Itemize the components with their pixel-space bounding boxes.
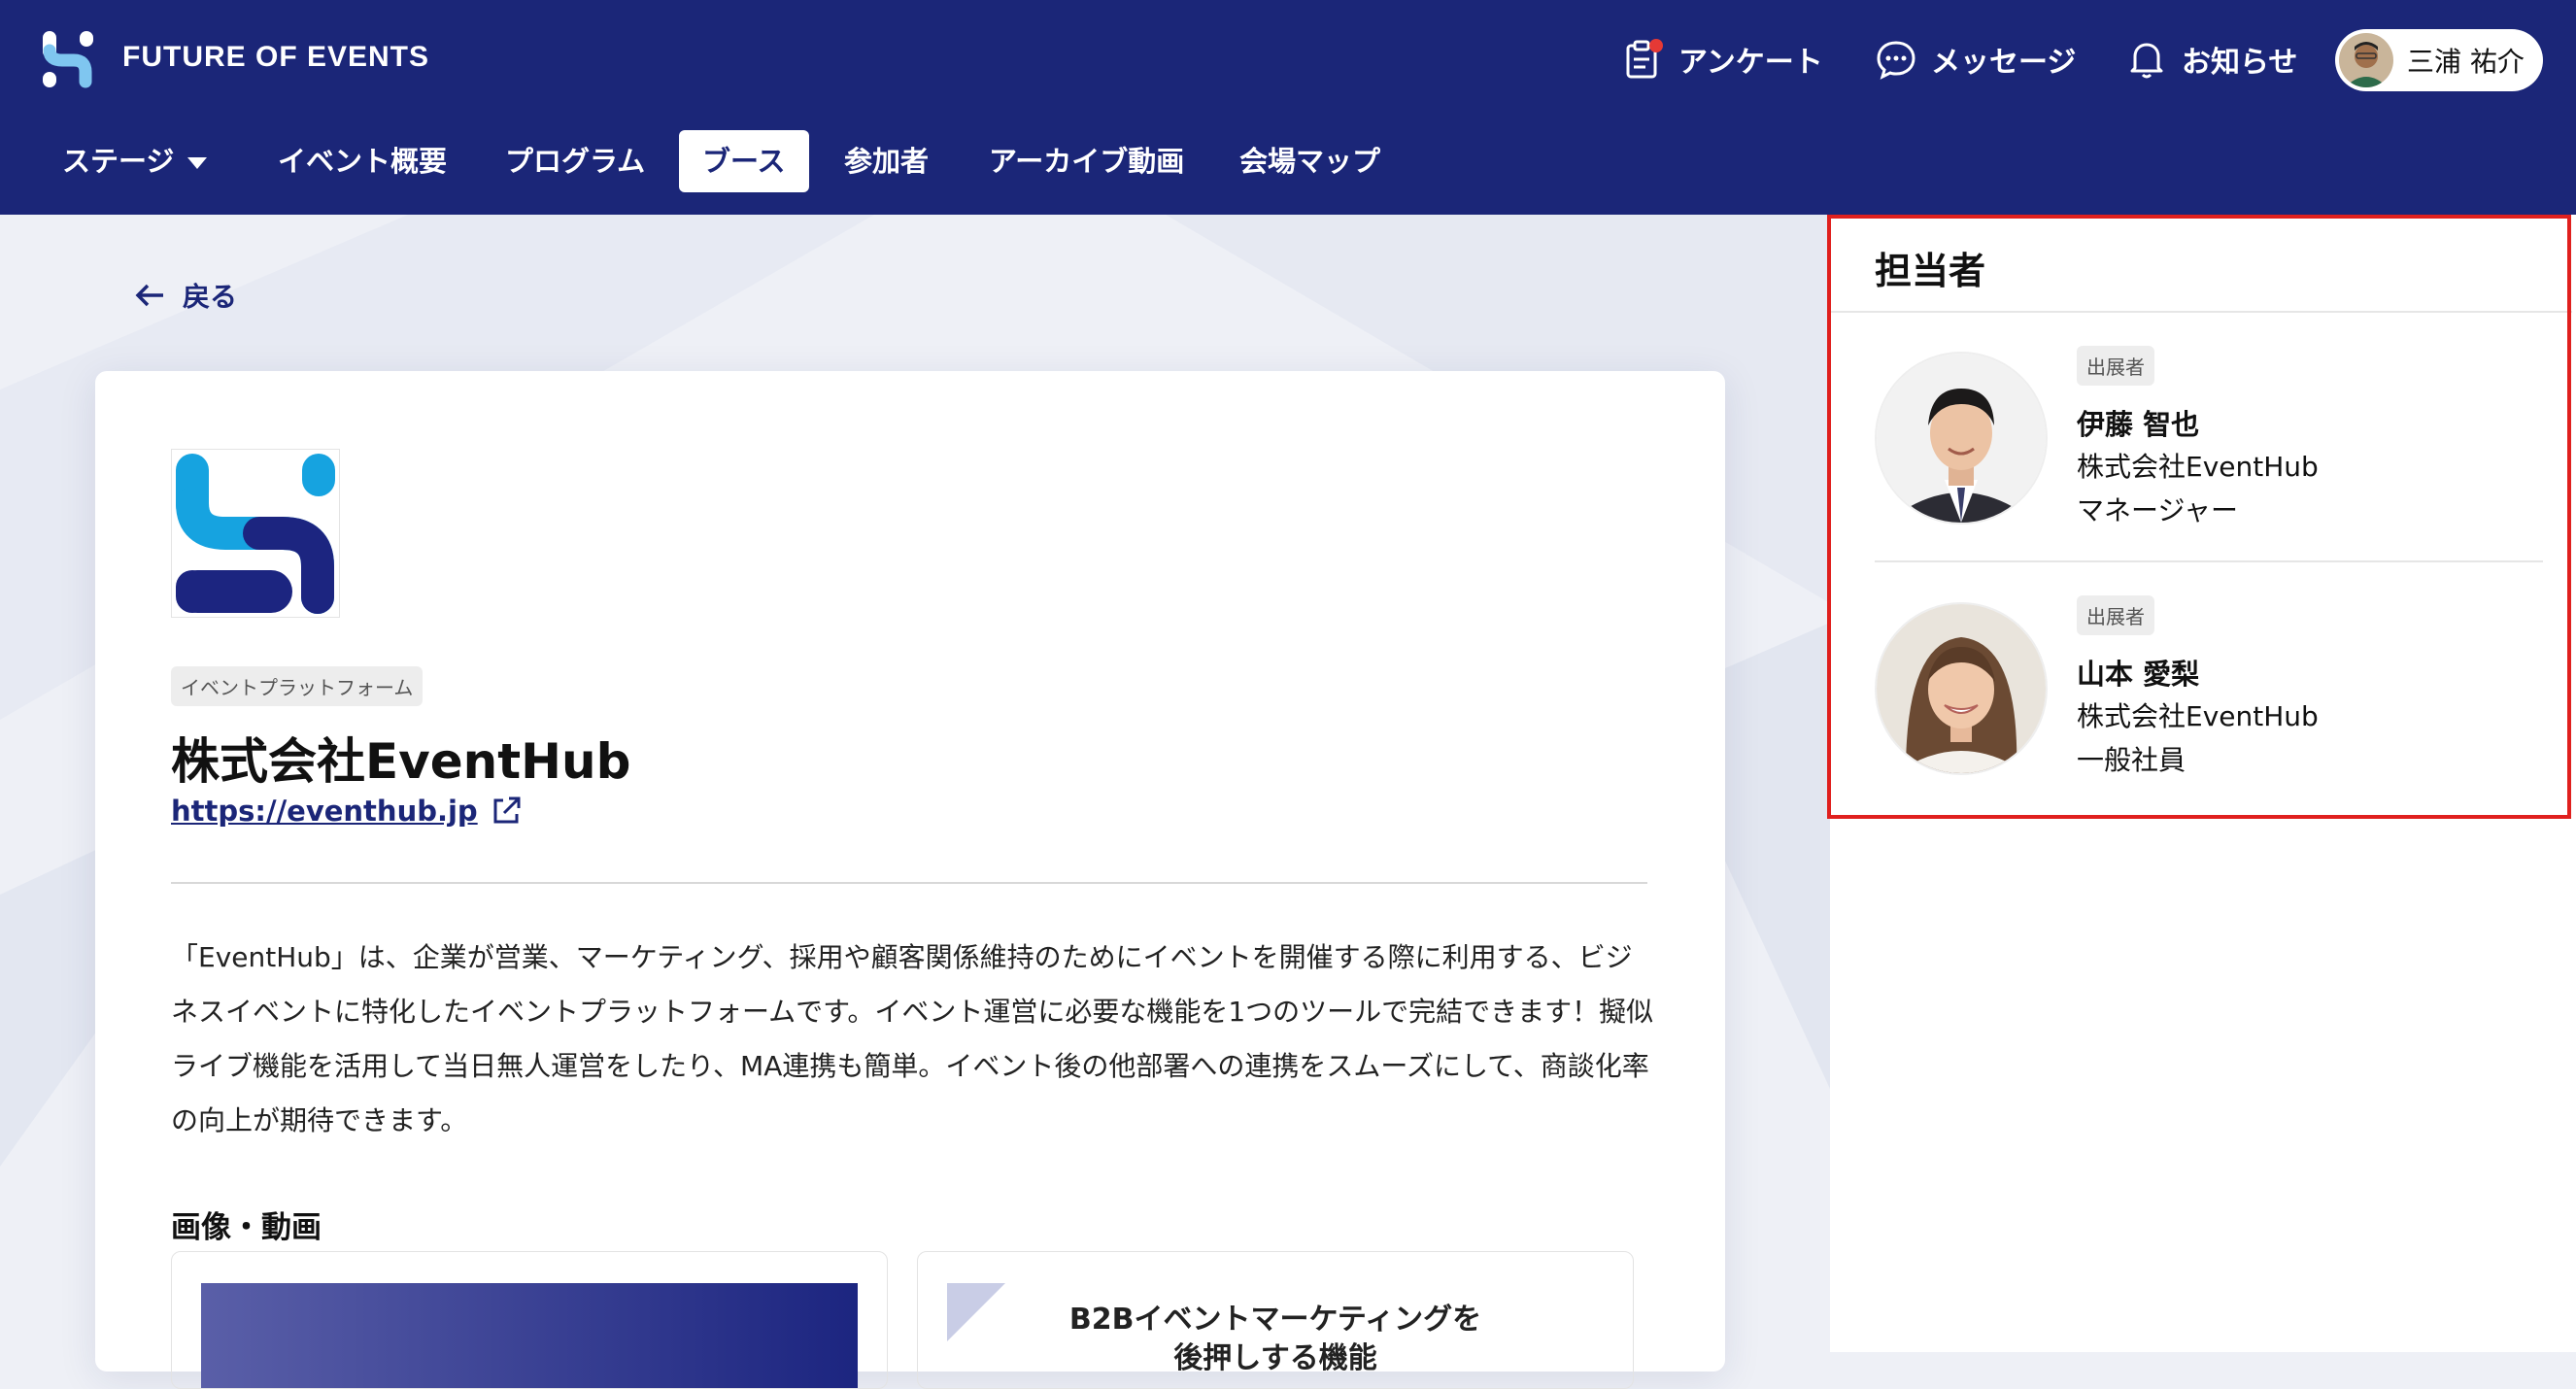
nav-program[interactable]: プログラム xyxy=(505,130,645,192)
external-link-icon xyxy=(493,796,521,824)
media-title-line2: 後押しする機能 xyxy=(1173,1341,1377,1375)
company-name: 株式会社EventHub xyxy=(171,733,631,790)
survey-label: アンケート xyxy=(1678,46,1823,80)
notifications-button[interactable]: お知らせ xyxy=(2125,35,2297,84)
clipboard-icon xyxy=(1622,38,1665,81)
chat-bubble-icon xyxy=(1875,38,1917,81)
survey-button[interactable]: アンケート xyxy=(1622,35,1823,84)
notifications-label: お知らせ xyxy=(2182,46,2298,80)
nav-participants[interactable]: 参加者 xyxy=(844,130,929,192)
header: FUTURE OF EVENTS アンケート メッセージ お知らせ 三浦 祐介 … xyxy=(0,0,2576,215)
nav-venue-map[interactable]: 会場マップ xyxy=(1239,130,1380,192)
nav-booth[interactable]: ブース xyxy=(679,130,809,192)
bell-icon xyxy=(2125,38,2168,81)
category-tag: イベントプラットフォーム xyxy=(171,666,424,706)
messages-button[interactable]: メッセージ xyxy=(1875,35,2076,84)
nav-archive[interactable]: アーカイブ動画 xyxy=(989,130,1184,192)
company-logo xyxy=(171,449,340,618)
media-section-title: 画像・動画 xyxy=(171,1210,322,1245)
media-title-line1: B2Bイベントマーケティングを xyxy=(1068,1303,1482,1337)
back-label: 戻る xyxy=(183,281,238,313)
user-name: 三浦 祐介 xyxy=(2407,46,2525,78)
company-description: 「EventHub」は、企業が営業、マーケティング、採用や顧客関係維持のためにイ… xyxy=(171,941,1654,1136)
highlight-box xyxy=(1827,215,2571,819)
chevron-down-icon xyxy=(187,157,208,169)
divider xyxy=(171,882,1647,884)
brand-logo-icon[interactable] xyxy=(41,29,95,89)
brand-name[interactable]: FUTURE OF EVENTS xyxy=(122,41,429,74)
media-item-image[interactable] xyxy=(171,1251,888,1389)
user-menu-button[interactable]: 三浦 祐介 xyxy=(2335,29,2543,91)
back-link[interactable]: 戻る xyxy=(134,276,237,315)
booth-card: イベントプラットフォーム 株式会社EventHub https://eventh… xyxy=(95,371,1725,1389)
media-title: B2Bイベントマーケティングを 後押しする機能 xyxy=(918,1301,1633,1378)
nav-overview[interactable]: イベント概要 xyxy=(278,130,447,192)
messages-label: メッセージ xyxy=(1931,46,2077,80)
user-avatar xyxy=(2339,33,2393,87)
company-url: https://eventhub.jp xyxy=(171,795,478,828)
company-website-link[interactable]: https://eventhub.jp xyxy=(171,795,523,828)
media-item-video[interactable]: B2Bイベントマーケティングを 後押しする機能 xyxy=(917,1251,1634,1389)
nav-stage[interactable]: ステージ xyxy=(62,130,208,192)
arrow-left-icon xyxy=(135,284,163,307)
nav-stage-label: ステージ xyxy=(62,145,175,178)
media-thumbnail xyxy=(201,1283,858,1388)
